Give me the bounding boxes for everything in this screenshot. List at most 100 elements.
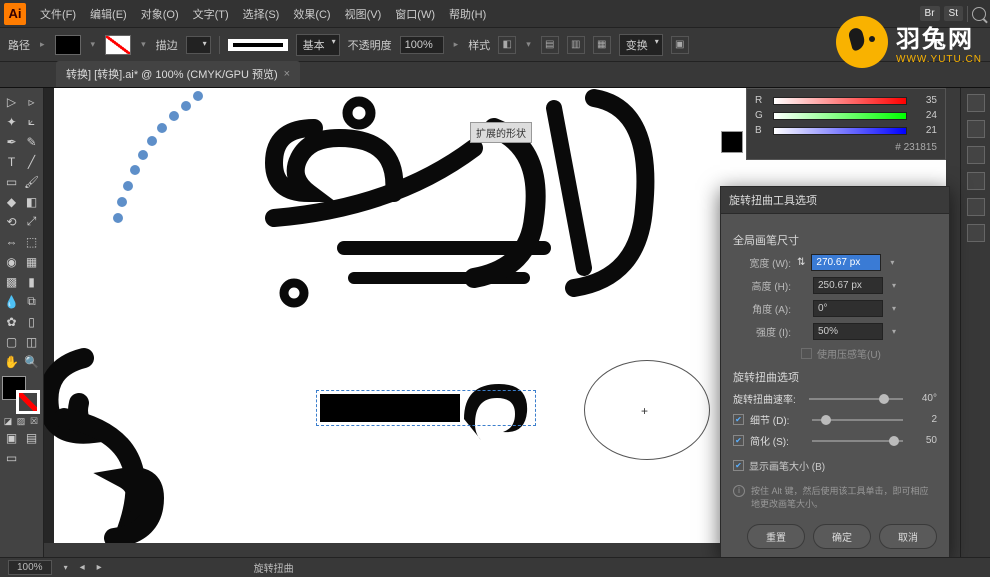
chevron-down-icon[interactable]: ▾ bbox=[889, 325, 899, 339]
chevron-down-icon[interactable]: ▾ bbox=[889, 302, 899, 316]
simplify-slider[interactable] bbox=[812, 440, 903, 442]
rectangle-tool[interactable]: ▭ bbox=[2, 172, 21, 191]
blend-tool[interactable]: ⧉ bbox=[22, 292, 41, 311]
zoom-tool[interactable]: 🔍 bbox=[22, 352, 41, 371]
free-transform-tool[interactable]: ⬚ bbox=[22, 232, 41, 251]
dialog-title[interactable]: 旋转扭曲工具选项 bbox=[721, 187, 949, 214]
isolate-icon[interactable]: ▣ bbox=[671, 36, 689, 54]
properties-panel-icon[interactable] bbox=[967, 94, 985, 112]
menu-edit[interactable]: 编辑(E) bbox=[84, 2, 133, 26]
symbols-panel-icon[interactable] bbox=[967, 198, 985, 216]
showsize-checkbox[interactable] bbox=[733, 460, 744, 471]
stroke-color[interactable] bbox=[16, 390, 40, 414]
column-graph-tool[interactable]: ▯ bbox=[22, 312, 41, 331]
magic-wand-tool[interactable]: ✦ bbox=[2, 112, 21, 131]
artboard-tool[interactable]: ▢ bbox=[2, 332, 21, 351]
perspective-tool[interactable]: ▦ bbox=[22, 252, 41, 271]
nav-next-icon[interactable]: ▸ bbox=[97, 562, 102, 573]
type-tool[interactable]: T bbox=[2, 152, 21, 171]
chevron-icon[interactable]: ▸ bbox=[452, 39, 461, 50]
menu-select[interactable]: 选择(S) bbox=[237, 2, 286, 26]
color-panel-swatch[interactable] bbox=[721, 131, 743, 153]
menu-type[interactable]: 文字(T) bbox=[187, 2, 235, 26]
selection-tool[interactable]: ▷ bbox=[2, 92, 21, 111]
menu-object[interactable]: 对象(O) bbox=[135, 2, 185, 26]
gradient-mode-icon[interactable]: ▨ bbox=[15, 415, 27, 427]
brushes-panel-icon[interactable] bbox=[967, 172, 985, 190]
swatches-panel-icon[interactable] bbox=[967, 146, 985, 164]
link-icon[interactable]: ⇅ bbox=[797, 257, 805, 268]
align3-icon[interactable]: ▦ bbox=[593, 36, 611, 54]
hand-tool[interactable]: ✋ bbox=[2, 352, 21, 371]
chevron-down-icon[interactable]: ▾ bbox=[887, 256, 897, 270]
align-icon[interactable]: ▤ bbox=[541, 36, 559, 54]
eraser-tool[interactable]: ◧ bbox=[22, 192, 41, 211]
width-input[interactable] bbox=[811, 254, 881, 271]
slice-tool[interactable]: ◫ bbox=[22, 332, 41, 351]
zoom-level[interactable]: 100% bbox=[8, 560, 52, 575]
pen-tool[interactable]: ✒ bbox=[2, 132, 21, 151]
menu-window[interactable]: 窗口(W) bbox=[389, 2, 441, 26]
color-mode-icon[interactable]: ◪ bbox=[2, 415, 14, 427]
eyedropper-tool[interactable]: 💧 bbox=[2, 292, 21, 311]
chevron-down-icon[interactable]: ▾ bbox=[524, 39, 533, 50]
color-panel[interactable]: R 35 G 24 B 21 # 231815 bbox=[746, 88, 946, 160]
align2-icon[interactable]: ▥ bbox=[567, 36, 585, 54]
chevron-down-icon[interactable]: ▾ bbox=[89, 39, 98, 50]
reset-button[interactable]: 重置 bbox=[747, 524, 805, 549]
fill-stroke-swatches[interactable] bbox=[2, 376, 40, 414]
draw-normal-icon[interactable]: ▣ bbox=[2, 428, 21, 447]
brush-def-dropdown[interactable]: 基本 bbox=[296, 34, 340, 56]
simplify-checkbox[interactable] bbox=[733, 435, 744, 446]
transform-button[interactable]: 变换 bbox=[619, 34, 663, 56]
selection-bbox[interactable] bbox=[316, 390, 536, 426]
showsize-checkbox-row: 显示画笔大小 (B) bbox=[733, 458, 937, 473]
stroke-weight-dropdown[interactable] bbox=[186, 36, 211, 54]
document-tab[interactable]: 转换] [转换].ai* @ 100% (CMYK/GPU 预览) × bbox=[56, 61, 300, 87]
stroke-swatch[interactable] bbox=[105, 35, 131, 55]
screen-mode-icon[interactable]: ▭ bbox=[2, 448, 21, 467]
rotate-tool[interactable]: ⟲ bbox=[2, 212, 21, 231]
opacity-input[interactable] bbox=[400, 36, 444, 54]
stroke-panel-icon[interactable] bbox=[967, 224, 985, 242]
shape-builder-tool[interactable]: ◉ bbox=[2, 252, 21, 271]
direct-select-tool[interactable]: ▹ bbox=[22, 92, 41, 111]
mesh-tool[interactable]: ▩ bbox=[2, 272, 21, 291]
gradient-tool[interactable]: ▮ bbox=[22, 272, 41, 291]
angle-input[interactable] bbox=[813, 300, 883, 317]
menu-help[interactable]: 帮助(H) bbox=[443, 2, 492, 26]
draw-behind-icon[interactable]: ▤ bbox=[22, 428, 41, 447]
channel-slider-r[interactable] bbox=[773, 97, 907, 105]
chevron-down-icon[interactable]: ▾ bbox=[139, 39, 148, 50]
menu-view[interactable]: 视图(V) bbox=[339, 2, 388, 26]
stroke-profile[interactable] bbox=[228, 39, 288, 51]
scale-tool[interactable]: ⤢ bbox=[22, 212, 41, 231]
tab-close-icon[interactable]: × bbox=[284, 68, 290, 80]
chevron-down-icon[interactable]: ▾ bbox=[889, 279, 899, 293]
rate-slider[interactable] bbox=[809, 398, 903, 400]
detail-checkbox[interactable] bbox=[733, 414, 744, 425]
menu-effect[interactable]: 效果(C) bbox=[287, 2, 336, 26]
none-mode-icon[interactable]: ☒ bbox=[28, 415, 40, 427]
detail-slider[interactable] bbox=[812, 419, 903, 421]
symbol-sprayer-tool[interactable]: ✿ bbox=[2, 312, 21, 331]
width-tool[interactable]: ⇔ bbox=[2, 232, 21, 251]
menu-file[interactable]: 文件(F) bbox=[34, 2, 82, 26]
height-input[interactable] bbox=[813, 277, 883, 294]
chevron-down-icon[interactable]: ▾ bbox=[64, 563, 68, 572]
ok-button[interactable]: 确定 bbox=[813, 524, 871, 549]
layers-panel-icon[interactable] bbox=[967, 120, 985, 138]
channel-slider-g[interactable] bbox=[773, 112, 907, 120]
curvature-tool[interactable]: ✎ bbox=[22, 132, 41, 151]
lasso-tool[interactable]: ⟀ bbox=[22, 112, 41, 131]
hex-readout: # 231815 bbox=[755, 140, 937, 153]
fill-swatch[interactable] bbox=[55, 35, 81, 55]
shaper-tool[interactable]: ◆ bbox=[2, 192, 21, 211]
channel-slider-b[interactable] bbox=[773, 127, 907, 135]
paintbrush-tool[interactable]: 🖌 bbox=[22, 172, 41, 191]
cancel-button[interactable]: 取消 bbox=[879, 524, 937, 549]
nav-prev-icon[interactable]: ◂ bbox=[80, 562, 85, 573]
style-swatch[interactable]: ◧ bbox=[498, 36, 516, 54]
intensity-input[interactable] bbox=[813, 323, 883, 340]
line-tool[interactable]: ╱ bbox=[22, 152, 41, 171]
